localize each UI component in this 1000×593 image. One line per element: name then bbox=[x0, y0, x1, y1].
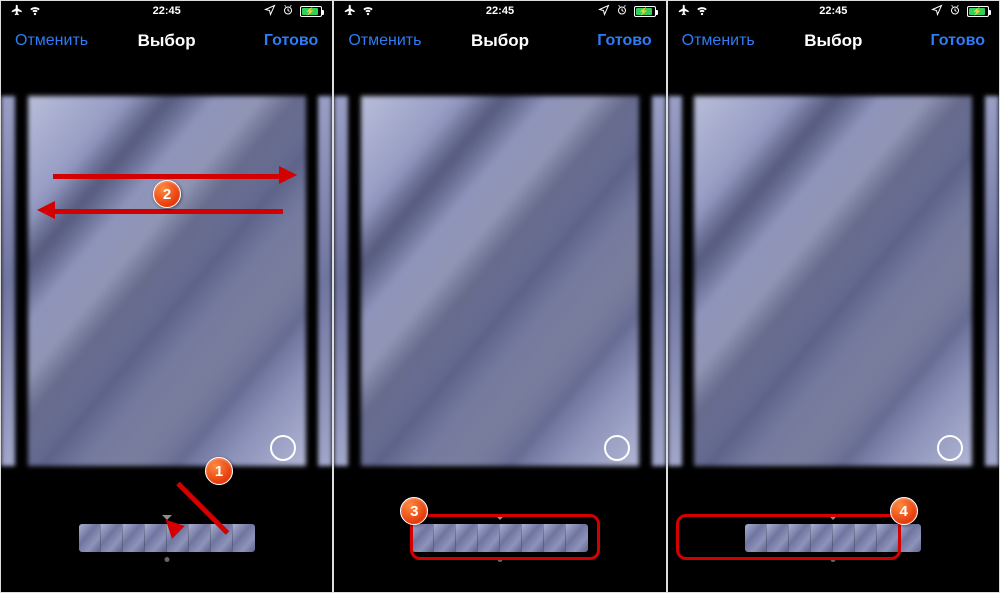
nav-bar: Отменить Выбор Готово bbox=[668, 21, 999, 61]
screen-3: 22:45 ⚡ Отменить Выбор Готово bbox=[667, 0, 1000, 593]
done-button[interactable]: Готово bbox=[264, 32, 318, 50]
status-bar: 22:45 ⚡ bbox=[668, 1, 999, 21]
photo-preview[interactable] bbox=[361, 96, 639, 466]
frame-thumb[interactable] bbox=[233, 524, 255, 552]
annotation-badge: 4 bbox=[890, 497, 918, 525]
cancel-button[interactable]: Отменить bbox=[15, 32, 88, 50]
status-bar: 22:45 ⚡ bbox=[334, 1, 665, 21]
frame-thumb[interactable] bbox=[101, 524, 123, 552]
battery-charging-icon: ⚡ bbox=[967, 6, 989, 17]
wifi-icon bbox=[29, 4, 41, 19]
airplane-icon bbox=[678, 4, 690, 19]
location-icon bbox=[264, 4, 276, 19]
nav-bar: Отменить Выбор Готово bbox=[334, 21, 665, 61]
done-button[interactable]: Готово bbox=[931, 32, 985, 50]
live-photo-indicator-icon[interactable] bbox=[604, 435, 630, 461]
photo-preview[interactable] bbox=[28, 96, 306, 466]
frame-thumb[interactable] bbox=[123, 524, 145, 552]
frame-thumb[interactable] bbox=[79, 524, 101, 552]
annotation-highlight bbox=[676, 514, 901, 560]
location-icon bbox=[598, 4, 610, 19]
location-icon bbox=[931, 4, 943, 19]
scrubber-dot-icon bbox=[164, 557, 169, 562]
cancel-button[interactable]: Отменить bbox=[348, 32, 421, 50]
screen-2: 22:45 ⚡ Отменить Выбор Готово bbox=[333, 0, 666, 593]
alarm-icon bbox=[949, 4, 961, 19]
done-button[interactable]: Готово bbox=[597, 32, 651, 50]
wifi-icon bbox=[696, 4, 708, 19]
frame-thumb[interactable] bbox=[899, 524, 921, 552]
frame-thumb[interactable] bbox=[189, 524, 211, 552]
annotation-badge: 1 bbox=[205, 457, 233, 485]
photo-preview[interactable] bbox=[694, 96, 972, 466]
annotation-badge: 2 bbox=[153, 180, 181, 208]
wifi-icon bbox=[362, 4, 374, 19]
airplane-icon bbox=[344, 4, 356, 19]
cancel-button[interactable]: Отменить bbox=[682, 32, 755, 50]
alarm-icon bbox=[282, 4, 294, 19]
status-bar: 22:45 ⚡ bbox=[1, 1, 332, 21]
nav-bar: Отменить Выбор Готово bbox=[1, 21, 332, 61]
annotation-highlight bbox=[410, 514, 600, 560]
live-photo-indicator-icon[interactable] bbox=[937, 435, 963, 461]
battery-charging-icon: ⚡ bbox=[300, 6, 322, 17]
alarm-icon bbox=[616, 4, 628, 19]
screen-1: 22:45 ⚡ Отменить Выбор Готово bbox=[0, 0, 333, 593]
battery-charging-icon: ⚡ bbox=[634, 6, 656, 17]
airplane-icon bbox=[11, 4, 23, 19]
